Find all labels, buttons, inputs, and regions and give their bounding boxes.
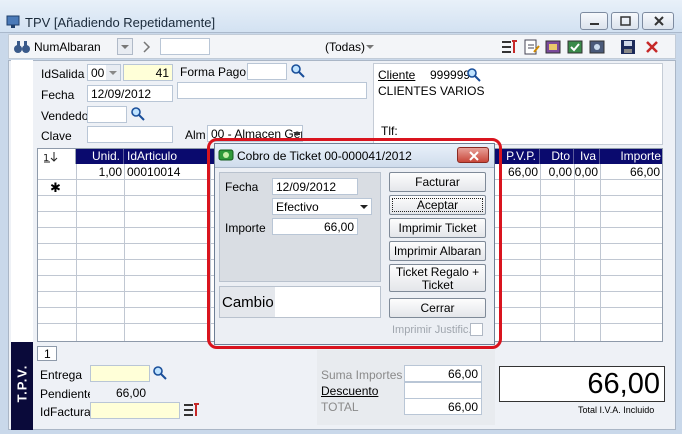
binoculars-icon[interactable]: [13, 38, 31, 56]
sort-header[interactable]: 1: [38, 149, 76, 164]
edit-document-icon[interactable]: [522, 38, 540, 56]
entrega-search-icon[interactable]: [152, 365, 168, 381]
vendedor-label: Vendedor: [41, 109, 93, 123]
forma-pago-search-icon[interactable]: [290, 63, 306, 79]
new-row-marker: ✱: [50, 180, 61, 195]
grid-vline: [76, 164, 77, 341]
grid-vline: [124, 164, 125, 341]
suma-importes-label: Suma Importes: [321, 368, 403, 382]
col-pvp[interactable]: P.V.P.: [502, 149, 540, 164]
row-dto[interactable]: 0,00: [540, 165, 572, 179]
fecha-label: Fecha: [41, 88, 75, 102]
forma-pago-description: [177, 82, 367, 99]
col-iva[interactable]: Iva: [574, 149, 600, 164]
idsalida-number-value: 41: [155, 66, 169, 80]
big-total-value: 66,00: [587, 368, 660, 400]
descuento-label[interactable]: Descuento: [321, 384, 378, 398]
report-icon[interactable]: [544, 38, 562, 56]
cliente-code[interactable]: 999999: [430, 68, 470, 82]
idsalida-label: IdSalida: [41, 67, 85, 81]
col-importe[interactable]: Importe: [600, 149, 662, 164]
total-label: TOTAL: [321, 400, 359, 414]
idfactura-label: IdFactura: [40, 405, 91, 419]
grid-vline: [600, 164, 601, 341]
idfactura-field[interactable]: [90, 402, 180, 419]
big-total-caption: Total I.V.A. Incluido: [578, 405, 655, 415]
pendiente-label: Pendiente: [40, 387, 95, 401]
row-iva[interactable]: 0,00: [574, 165, 598, 179]
preview-icon[interactable]: [588, 38, 606, 56]
toolbar: NumAlbaran (Todas): [8, 34, 676, 59]
col-dto[interactable]: Dto: [540, 149, 574, 164]
maximize-button[interactable]: [611, 12, 639, 30]
idsalida-number-field[interactable]: 41: [123, 64, 173, 81]
forma-pago-label: Forma Pago: [180, 65, 247, 79]
vendedor-field[interactable]: [87, 106, 127, 123]
suma-importes-value: 66,00: [404, 365, 482, 382]
fecha-value: 12/09/2012: [91, 87, 152, 101]
minimize-button[interactable]: [580, 12, 608, 30]
cliente-name: CLIENTES VARIOS: [378, 84, 485, 98]
idsalida-series-value: 00: [91, 66, 105, 80]
fecha-field[interactable]: 12/09/2012: [87, 85, 173, 102]
app-icon: [6, 14, 22, 28]
idsalida-series-dropdown[interactable]: [106, 65, 120, 80]
save-icon[interactable]: [619, 38, 637, 56]
page-indicator[interactable]: 1: [37, 346, 57, 361]
descuento-field[interactable]: [404, 382, 482, 399]
row-importe[interactable]: 66,00: [600, 165, 660, 179]
forma-pago-field[interactable]: [247, 63, 287, 80]
window-title: TPV [Añadiendo Repetidamente]: [25, 15, 216, 30]
close-window-button[interactable]: [642, 12, 674, 30]
clave-label: Clave: [41, 129, 72, 143]
big-total-box: 66,00: [499, 366, 665, 402]
tpv-side-label: T.P.V.: [14, 364, 30, 403]
grid-vline: [540, 164, 541, 341]
col-idarticulo[interactable]: IdArticulo: [124, 149, 210, 164]
cancel-icon[interactable]: [643, 38, 661, 56]
entrega-label: Entrega: [40, 368, 83, 382]
row-pvp[interactable]: 66,00: [502, 165, 538, 179]
row-idarticulo[interactable]: 00010014: [127, 165, 180, 179]
highlight-ring: [207, 138, 502, 349]
title-bar: TPV [Añadiendo Repetidamente]: [0, 0, 682, 33]
search-input[interactable]: [160, 38, 210, 55]
cliente-search-icon[interactable]: [466, 67, 482, 83]
alm-label: Alm: [185, 128, 206, 142]
row-unid[interactable]: 1,00: [76, 165, 122, 179]
entrega-field[interactable]: [90, 365, 150, 382]
page-number: 1: [44, 347, 51, 361]
pendiente-value: 66,00: [90, 384, 150, 401]
vendedor-search-icon[interactable]: [130, 106, 146, 122]
search-field-dropdown[interactable]: [117, 38, 133, 55]
tpv-side-label-bg: T.P.V.: [11, 342, 33, 430]
client-box: [373, 63, 663, 145]
clave-field[interactable]: [87, 126, 173, 143]
chevron-right-icon[interactable]: [141, 39, 153, 55]
invoice-filter-icon[interactable]: [183, 402, 201, 418]
search-field-label: NumAlbaran: [34, 40, 101, 54]
filter-select-value[interactable]: (Todas): [325, 40, 365, 54]
grid-vline: [574, 164, 575, 341]
filter-dropdown-icon[interactable]: [363, 38, 377, 55]
list-filter-icon[interactable]: [500, 38, 518, 56]
approve-icon[interactable]: [566, 38, 584, 56]
tlf-label: Tlf:: [381, 124, 398, 138]
total-value: 66,00: [404, 398, 482, 415]
cliente-label[interactable]: Cliente: [378, 68, 415, 82]
col-unid[interactable]: Unid.: [76, 149, 124, 164]
